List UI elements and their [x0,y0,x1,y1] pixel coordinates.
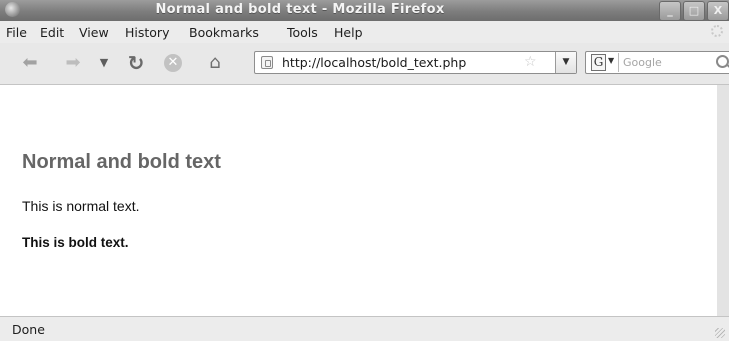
bold-text: This is bold text. [22,235,129,250]
browser-window: Normal and bold text - Mozilla Firefox _… [0,0,729,341]
url-bar[interactable]: http://localhost/bold_text.php ☆ ▼ [254,51,577,74]
search-bar[interactable]: G ▼ Google [585,51,729,74]
menu-tools[interactable]: Tools [287,25,318,40]
menu-history[interactable]: History [125,25,169,40]
navigation-toolbar: ⬅ ➡ ▼ ↻ ✕ ⌂ http://localhost/bold_text.p… [0,43,729,85]
google-engine-icon: G [591,54,606,71]
window-controls: _ □ X [659,1,729,21]
history-dropdown-icon[interactable]: ▼ [98,53,110,73]
home-icon[interactable]: ⌂ [204,53,226,73]
back-icon[interactable]: ⬅ [19,53,41,73]
menu-view[interactable]: View [79,25,109,40]
url-text[interactable]: http://localhost/bold_text.php [282,55,466,70]
status-text: Done [12,322,45,337]
menu-bookmarks[interactable]: Bookmarks [189,25,259,40]
normal-text: This is normal text. [22,198,140,214]
page-heading: Normal and bold text [22,151,221,173]
forward-icon[interactable]: ➡ [62,53,84,73]
minimize-button[interactable]: _ [659,1,681,21]
menu-bar: File Edit View History Bookmarks Tools H… [0,21,729,43]
search-engine-selector[interactable]: G ▼ [588,53,619,72]
status-bar: Done [0,316,729,341]
site-identity-icon[interactable] [261,56,273,69]
menu-file[interactable]: File [6,25,27,40]
bookmark-star-icon[interactable]: ☆ [524,54,537,70]
chevron-down-icon: ▼ [608,56,615,65]
maximize-button[interactable]: □ [683,1,705,21]
window-title: Normal and bold text - Mozilla Firefox [155,2,445,17]
search-icon[interactable] [716,55,729,68]
title-bar: Normal and bold text - Mozilla Firefox _… [0,0,729,21]
search-input[interactable]: Google [623,56,662,69]
resize-grip-icon[interactable] [715,328,725,338]
stop-icon[interactable]: ✕ [164,54,186,74]
close-button[interactable]: X [707,1,729,21]
reload-icon[interactable]: ↻ [124,53,148,73]
menu-edit[interactable]: Edit [40,25,64,40]
menu-help[interactable]: Help [334,25,363,40]
url-dropdown-button[interactable]: ▼ [555,52,576,73]
throbber-icon [711,25,723,37]
